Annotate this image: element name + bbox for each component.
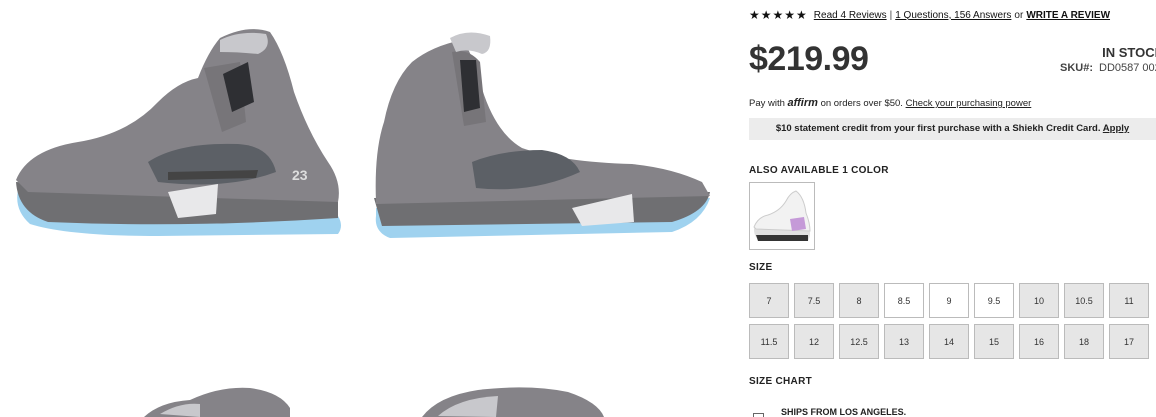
size-option[interactable]: 12 bbox=[794, 324, 834, 359]
size-option[interactable]: 8.5 bbox=[884, 283, 924, 318]
size-option[interactable]: 7 bbox=[749, 283, 789, 318]
shipping-info: SHIPS FROM LOS ANGELES. bbox=[781, 407, 907, 417]
credit-apply-link[interactable]: Apply bbox=[1103, 123, 1129, 134]
size-option[interactable]: 18 bbox=[1064, 324, 1104, 359]
product-image-side-right[interactable] bbox=[372, 22, 717, 250]
rating-row: ★★★★★ Read 4 Reviews | 1 Questions, 156 … bbox=[749, 8, 1110, 22]
size-option[interactable]: 12.5 bbox=[839, 324, 879, 359]
size-chart-link[interactable]: SIZE CHART bbox=[749, 376, 812, 387]
size-option[interactable]: 14 bbox=[929, 324, 969, 359]
affirm-prefix: Pay with bbox=[749, 98, 785, 109]
size-option[interactable]: 13 bbox=[884, 324, 924, 359]
credit-banner-text: $10 statement credit from your first pur… bbox=[775, 123, 1101, 134]
read-reviews-link[interactable]: Read 4 Reviews bbox=[814, 10, 887, 21]
product-image-side-left[interactable]: 23 bbox=[8, 22, 346, 250]
size-label: SIZE bbox=[749, 262, 773, 273]
size-option[interactable]: 11 bbox=[1109, 283, 1149, 318]
size-option[interactable]: 16 bbox=[1019, 324, 1059, 359]
product-price: $219.99 bbox=[749, 40, 869, 78]
product-gallery: 23 bbox=[0, 0, 735, 417]
size-option[interactable]: 11.5 bbox=[749, 324, 789, 359]
sku: SKU#: DD0587 002 bbox=[1060, 62, 1156, 74]
product-image-top-2[interactable] bbox=[418, 382, 608, 417]
size-option[interactable]: 15 bbox=[974, 324, 1014, 359]
also-available-label: ALSO AVAILABLE 1 COLOR bbox=[749, 165, 889, 176]
size-option[interactable]: 8 bbox=[839, 283, 879, 318]
size-option[interactable]: 7.5 bbox=[794, 283, 834, 318]
write-review-link[interactable]: WRITE A REVIEW bbox=[1026, 10, 1110, 21]
size-option[interactable]: 17 bbox=[1109, 324, 1149, 359]
affirm-middle: on orders over $50. bbox=[820, 98, 903, 109]
size-option[interactable]: 10 bbox=[1019, 283, 1059, 318]
affirm-logo-icon: affirm bbox=[787, 97, 818, 109]
ships-checkbox[interactable] bbox=[753, 413, 764, 417]
rating-stars-icon: ★★★★★ bbox=[749, 8, 808, 22]
separator: | bbox=[889, 9, 893, 21]
product-image-top-1[interactable] bbox=[140, 382, 310, 417]
credit-card-banner: $10 statement credit from your first pur… bbox=[749, 118, 1156, 140]
affirm-promo: Pay with affirm on orders over $50. Chec… bbox=[749, 97, 1031, 109]
or-text: or bbox=[1014, 9, 1024, 21]
affirm-check-link[interactable]: Check your purchasing power bbox=[906, 98, 1032, 109]
size-option[interactable]: 9 bbox=[929, 283, 969, 318]
sku-value: DD0587 002 bbox=[1099, 62, 1156, 74]
svg-text:23: 23 bbox=[292, 167, 308, 183]
shoe-thumbnail-icon bbox=[753, 190, 811, 241]
sku-label: SKU#: bbox=[1060, 62, 1094, 74]
qa-link[interactable]: 1 Questions, 156 Answers bbox=[895, 10, 1011, 21]
size-option[interactable]: 9.5 bbox=[974, 283, 1014, 318]
stock-status: IN STOCK bbox=[1102, 45, 1156, 60]
product-info-panel: ★★★★★ Read 4 Reviews | 1 Questions, 156 … bbox=[749, 0, 1156, 417]
size-option[interactable]: 10.5 bbox=[1064, 283, 1104, 318]
color-option-thumbnail[interactable] bbox=[749, 182, 815, 250]
